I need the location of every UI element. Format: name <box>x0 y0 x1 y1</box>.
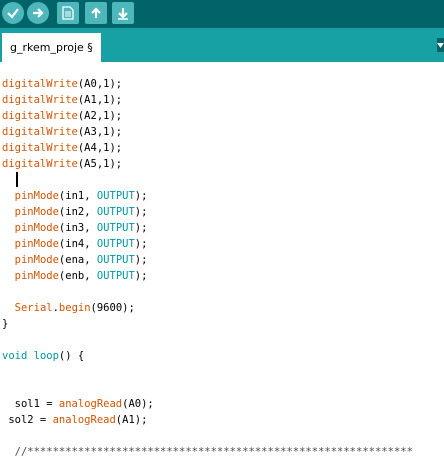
code-token: digitalWrite <box>2 142 78 154</box>
code-line: } <box>2 316 8 332</box>
code-token: ); <box>134 254 148 266</box>
tab-bar: g_rkem_proje § <box>0 28 444 62</box>
code-token: OUTPUT <box>96 222 135 234</box>
code-line: digitalWrite(A0,1); <box>2 76 122 92</box>
arrow-down-icon <box>118 8 128 20</box>
code-token: void <box>2 350 28 362</box>
code-token: (in4, <box>58 238 97 250</box>
arrow-up-icon <box>91 7 101 18</box>
code-token: sol1 = <box>2 398 59 410</box>
upload-button[interactable] <box>27 2 49 24</box>
code-line: sol1 = analogRead(A0); <box>2 396 154 412</box>
text-cursor <box>16 172 18 187</box>
code-token: ); <box>134 190 148 202</box>
code-token: ); <box>134 270 148 282</box>
verify-button[interactable] <box>2 2 24 24</box>
code-token: (in3, <box>58 222 97 234</box>
code-line: pinMode(in1, OUTPUT); <box>2 188 148 204</box>
code-token: pinMode <box>14 222 59 234</box>
code-token: sol2 = <box>2 414 53 426</box>
code-line: //**************************************… <box>2 444 413 460</box>
code-token: analogRead <box>58 398 123 410</box>
code-token: (9600); <box>90 302 135 314</box>
save-button[interactable] <box>112 2 134 24</box>
code-token: (A1,1); <box>77 94 123 106</box>
code-token: loop <box>33 350 59 362</box>
code-line: sol2 = analogRead(A1); <box>2 412 147 428</box>
check-icon <box>7 8 19 19</box>
code-token: ); <box>134 238 148 250</box>
code-line: void loop() { <box>2 348 84 364</box>
code-token: (A0,1); <box>77 78 123 90</box>
code-line: pinMode(in2, OUTPUT); <box>2 204 148 220</box>
code-token: OUTPUT <box>96 254 135 266</box>
toolbar <box>0 0 444 28</box>
code-token: //**************************************… <box>2 446 413 458</box>
code-token: OUTPUT <box>96 238 135 250</box>
code-token: pinMode <box>14 206 59 218</box>
open-button[interactable] <box>85 2 107 24</box>
tab-sketch[interactable]: g_rkem_proje § <box>2 33 101 62</box>
chevron-down-icon <box>437 42 444 48</box>
code-token: (in2, <box>58 206 97 218</box>
code-token: (A3,1); <box>77 126 123 138</box>
document-icon <box>62 6 74 20</box>
code-token: OUTPUT <box>96 206 135 218</box>
code-token: (A2,1); <box>77 110 123 122</box>
code-token: digitalWrite <box>2 78 78 90</box>
code-line: digitalWrite(A5,1); <box>2 156 122 172</box>
tab-menu-button[interactable] <box>437 38 444 52</box>
code-token: OUTPUT <box>96 190 135 202</box>
code-token: digitalWrite <box>2 110 78 122</box>
new-button[interactable] <box>57 2 79 24</box>
code-token: Serial <box>14 302 53 314</box>
code-token: (ena, <box>58 254 97 266</box>
code-line: digitalWrite(A3,1); <box>2 124 122 140</box>
code-token: (enb, <box>58 270 97 282</box>
code-line: pinMode(in3, OUTPUT); <box>2 220 148 236</box>
code-token: (A0); <box>122 398 154 410</box>
code-line: digitalWrite(A1,1); <box>2 92 122 108</box>
code-token: } <box>2 318 9 330</box>
code-token: digitalWrite <box>2 126 78 138</box>
code-editor[interactable]: digitalWrite(A0,1); digitalWrite(A1,1); di… <box>0 62 444 466</box>
code-token: (A4,1); <box>77 142 123 154</box>
code-token: begin <box>58 302 91 314</box>
code-line: digitalWrite(A4,1); <box>2 140 122 156</box>
code-line: pinMode(enb, OUTPUT); <box>2 268 148 284</box>
code-token: (A1); <box>115 414 148 426</box>
code-line: Serial.begin(9600); <box>2 300 135 316</box>
code-token: digitalWrite <box>2 94 78 106</box>
code-token: digitalWrite <box>2 158 78 170</box>
code-token: analogRead <box>52 414 116 426</box>
code-token: () { <box>58 350 85 362</box>
code-line: digitalWrite(A2,1); <box>2 108 122 124</box>
code-line: pinMode(ena, OUTPUT); <box>2 252 148 268</box>
code-token: pinMode <box>14 254 59 266</box>
code-token: (A5,1); <box>77 158 123 170</box>
code-token: pinMode <box>14 270 59 282</box>
code-token: pinMode <box>14 190 59 202</box>
code-token: ); <box>134 222 148 234</box>
code-token: pinMode <box>14 238 59 250</box>
code-token: ); <box>134 206 148 218</box>
arrow-right-icon <box>33 8 44 18</box>
code-token: OUTPUT <box>96 270 135 282</box>
code-token: (in1, <box>58 190 97 202</box>
code-line: pinMode(in4, OUTPUT); <box>2 236 148 252</box>
